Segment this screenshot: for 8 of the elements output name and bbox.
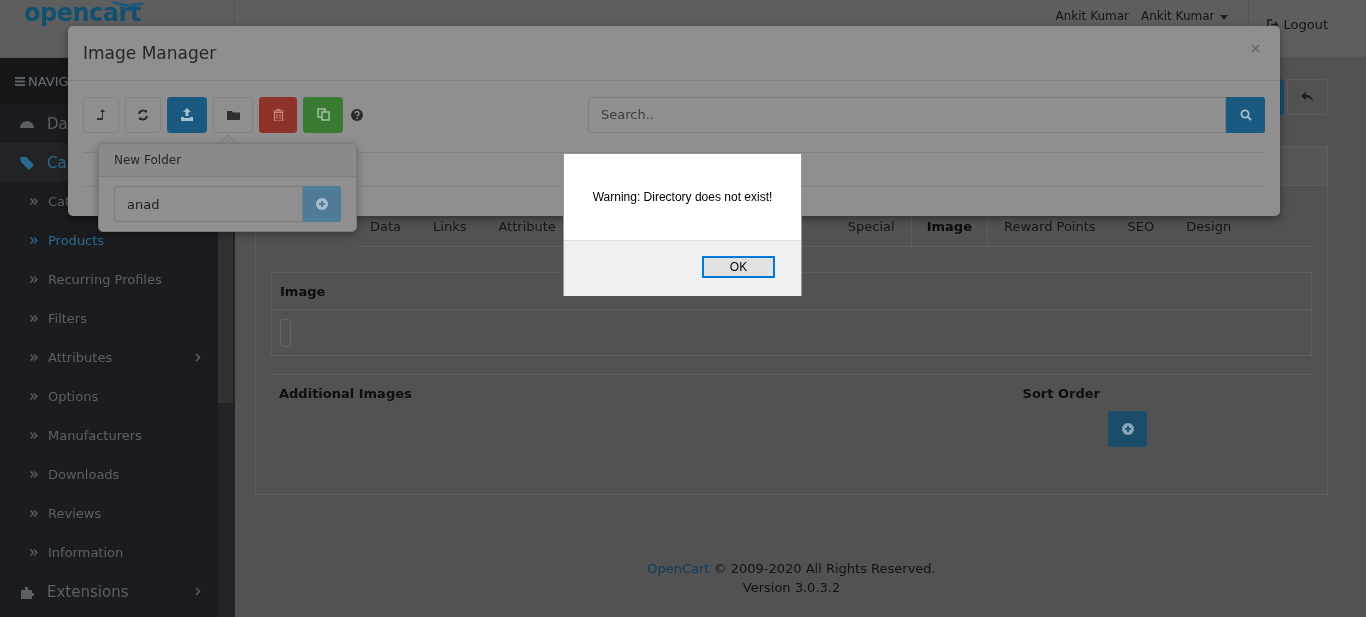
dialog-title: Image Manager: [83, 43, 217, 63]
alert-message: Warning: Directory does not exist!: [591, 189, 774, 206]
navigation-title: NAVIG: [28, 73, 69, 89]
user-name: Ankit Kumar: [1055, 9, 1129, 24]
table-header: Additional Images: [279, 385, 412, 401]
version-text: Version 3.0.3.2: [741, 580, 842, 595]
table-header: Sort Order: [1022, 385, 1100, 401]
copyright-text: OpenCart © 2009-2020 All Rights Reserved.: [646, 561, 937, 576]
